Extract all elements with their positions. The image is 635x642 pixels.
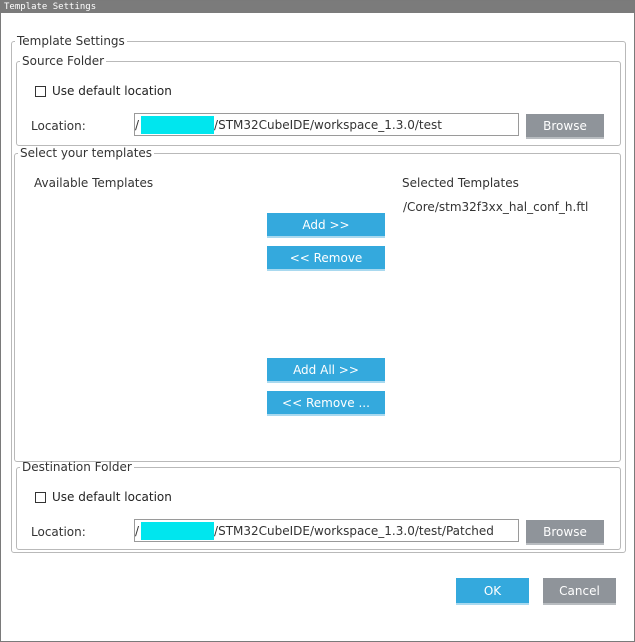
source-location-label: Location:: [31, 119, 86, 133]
selected-templates-list[interactable]: /Core/stm32f3xx_hal_conf_h.ftl: [399, 196, 614, 451]
destination-path-suffix: /STM32CubeIDE/workspace_1.3.0/test/Patch…: [214, 523, 494, 538]
destination-location-label: Location:: [31, 525, 86, 539]
destination-browse-button[interactable]: Browse: [526, 520, 604, 545]
destination-folder-legend: Destination Folder: [22, 460, 132, 474]
redacted-block: [141, 521, 215, 540]
selected-templates-header: Selected Templates: [402, 176, 519, 190]
add-all-button[interactable]: Add All >>: [267, 358, 385, 383]
source-path-prefix: /: [135, 117, 140, 132]
destination-use-default-checkbox[interactable]: Use default location: [35, 490, 172, 504]
destination-path-prefix: /: [135, 523, 140, 538]
available-templates-list[interactable]: [29, 196, 254, 451]
cancel-button[interactable]: Cancel: [543, 578, 616, 605]
list-item[interactable]: /Core/stm32f3xx_hal_conf_h.ftl: [403, 200, 588, 214]
redacted-block: [141, 115, 215, 134]
template-settings-legend: Template Settings: [17, 34, 125, 48]
destination-use-default-label: Use default location: [52, 490, 172, 504]
remove-button[interactable]: << Remove: [267, 246, 385, 271]
source-path-suffix: /STM32CubeIDE/workspace_1.3.0/test: [214, 117, 442, 132]
checkbox-box[interactable]: [35, 85, 46, 97]
source-folder-legend: Source Folder: [22, 54, 105, 68]
ok-button[interactable]: OK: [456, 578, 529, 605]
checkbox-box[interactable]: [35, 491, 46, 503]
source-browse-button[interactable]: Browse: [526, 114, 604, 139]
templates-legend: Select your templates: [20, 146, 153, 160]
source-location-input[interactable]: / /STM32CubeIDE/workspace_1.3.0/test: [134, 113, 519, 136]
available-templates-header: Available Templates: [34, 176, 154, 190]
remove-all-button[interactable]: << Remove ...: [267, 391, 385, 416]
destination-location-input[interactable]: / /STM32CubeIDE/workspace_1.3.0/test/Patc…: [134, 519, 519, 542]
add-button[interactable]: Add >>: [267, 213, 385, 238]
window-title: Template Settings: [1, 1, 634, 13]
source-use-default-checkbox[interactable]: Use default location: [35, 84, 172, 98]
template-settings-dialog: Template Settings Template Settings Sour…: [0, 0, 635, 642]
source-use-default-label: Use default location: [52, 84, 172, 98]
